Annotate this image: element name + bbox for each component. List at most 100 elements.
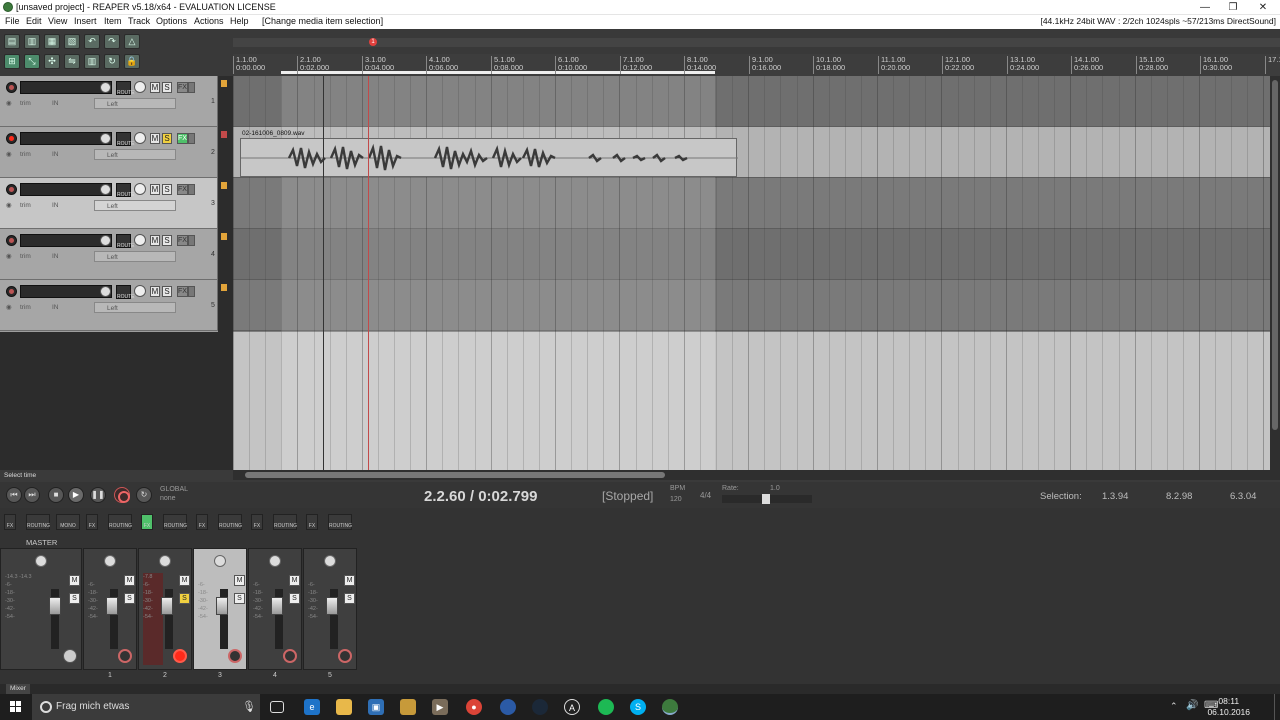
monitor-icon[interactable]: ◉ [6,251,20,263]
rate-slider-handle[interactable] [762,494,770,504]
mixer-strip-2[interactable]: -7.8 -6- -18- -30- -42- -54- M S [138,548,192,670]
save-project-icon[interactable]: ▦ [44,34,60,49]
record-arm-button[interactable] [118,649,132,663]
envelope-indicator-icon[interactable] [221,233,227,240]
chrome-icon[interactable]: ● [466,699,482,715]
record-arm-button[interactable] [6,235,17,246]
fader-handle[interactable] [271,597,283,615]
routing-button[interactable]: ROUTING [218,514,242,530]
region-marker-lane[interactable] [233,38,1280,47]
file-explorer-icon[interactable] [336,699,352,715]
vertical-scroll-thumb[interactable] [1272,80,1278,430]
pan-knob[interactable] [104,555,116,567]
master-pan-knob[interactable] [35,555,47,567]
volume-icon[interactable]: 🔊 [1186,700,1198,711]
selection-end[interactable]: 8.2.98 [1166,491,1192,502]
menu-track[interactable]: Track [128,16,150,26]
skype-icon[interactable]: S [630,699,646,715]
spotify-icon[interactable] [598,699,614,715]
pan-knob[interactable] [159,555,171,567]
media-item[interactable]: 02-161006_0809.wav [240,130,738,177]
store-icon[interactable]: ▣ [368,699,384,715]
pan-knob[interactable] [134,132,146,144]
record-arm-button[interactable] [6,82,17,93]
track-name-field[interactable] [20,81,112,94]
fx-button[interactable]: FX [306,514,318,530]
solo-button[interactable]: S [162,184,172,195]
mute-button[interactable]: M [234,575,245,586]
trim-label[interactable]: trim [20,98,31,110]
maximize-button[interactable]: ❐ [1218,0,1248,15]
input-label[interactable]: IN [52,251,59,263]
input-label[interactable]: IN [52,302,59,314]
marker-1[interactable]: 1 [369,38,377,46]
undo-icon[interactable]: ↶ [84,34,100,49]
monitor-icon[interactable]: ◉ [6,149,20,161]
input-pan-select[interactable]: Left [94,149,176,160]
fader-handle[interactable] [106,597,118,615]
auto-crossfade-icon[interactable]: ✣ [44,54,60,69]
pause-icon[interactable]: ❚❚ [90,487,106,503]
arrange-view[interactable]: 02-161006_0809.wav [233,76,1270,470]
pan-knob[interactable] [269,555,281,567]
route-button[interactable]: ROUTE [116,234,135,249]
fx-button[interactable]: FX [196,514,208,530]
menu-help[interactable]: Help [230,16,249,26]
envelope-indicator-icon[interactable] [221,80,227,87]
fx-button[interactable]: FX [251,514,263,530]
menu-insert[interactable]: Insert [74,16,97,26]
solo-button[interactable]: S [124,593,135,604]
mono-button[interactable]: MONO [56,514,80,530]
global-automation-label[interactable]: GLOBAL [160,486,188,493]
routing-button[interactable]: ROUTING [163,514,187,530]
master-strip[interactable]: -14.3 -14.3 -6- -18- -30- -42- -54- M S [0,548,82,670]
record-arm-button[interactable] [6,184,17,195]
menu-edit[interactable]: Edit [26,16,42,26]
play-icon[interactable]: ▶ [68,487,84,503]
bpm-value[interactable]: 120 [670,496,682,503]
mute-button[interactable]: M [150,82,160,93]
media-player-icon[interactable]: ▶ [432,699,448,715]
fx-button[interactable]: FX [177,286,188,297]
input-pan-select[interactable]: Left [94,302,176,313]
fx-button[interactable]: FX [141,514,153,530]
system-tray-chevron-icon[interactable]: ⌃ [1170,701,1178,712]
mute-button[interactable]: M [289,575,300,586]
show-desktop-button[interactable] [1274,694,1280,720]
selection-length[interactable]: 6.3.04 [1230,491,1256,502]
fx-bypass-button[interactable] [188,235,195,246]
pan-knob[interactable] [134,81,146,93]
fx-bypass-button[interactable] [188,133,195,144]
repeat-icon[interactable]: ↻ [136,487,152,503]
record-arm-button[interactable] [173,649,187,663]
solo-button[interactable]: S [69,593,80,604]
app-icon[interactable] [400,699,416,715]
track-header-2[interactable]: ROUTE M S FX ◉ trim IN Left 2 [0,127,218,178]
track-header-3[interactable]: ROUTE M S FX ◉ trim IN Left 3 [0,178,218,229]
input-pan-select[interactable]: Left [94,251,176,262]
menu-options[interactable]: Options [156,16,187,26]
menu-file[interactable]: File [5,16,20,26]
fx-bypass-button[interactable] [188,286,195,297]
go-to-start-icon[interactable]: ⏮ [6,487,22,503]
app-icon[interactable] [500,699,516,715]
stop-icon[interactable]: ■ [48,487,64,503]
track-name-field[interactable] [20,183,112,196]
close-button[interactable]: ✕ [1248,0,1278,15]
mute-button[interactable]: M [69,575,80,586]
volume-knob[interactable] [100,286,111,297]
record-arm-button[interactable] [338,649,352,663]
envelope-icon[interactable]: ⇋ [64,54,80,69]
horizontal-scrollbar[interactable] [233,470,1280,480]
mute-button[interactable]: M [150,184,160,195]
ripple-edit-icon[interactable]: ⤡ [24,54,40,69]
trim-label[interactable]: trim [20,302,31,314]
route-button[interactable]: ROUTE [116,132,135,147]
mixer-strip-3[interactable]: -6- -18- -30- -42- -54- M S [193,548,247,670]
track-name-field[interactable] [20,132,112,145]
task-view-icon[interactable] [270,701,284,713]
pan-knob[interactable] [134,285,146,297]
metronome-icon[interactable]: △ [124,34,140,49]
steam-icon[interactable] [532,699,548,715]
track-name-field[interactable] [20,285,112,298]
